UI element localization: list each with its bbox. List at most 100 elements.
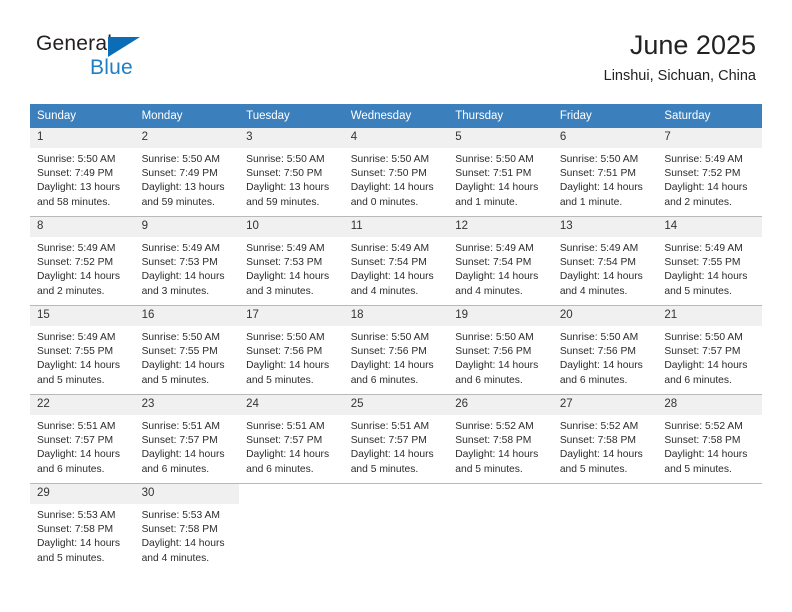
daylight-text-line1: Daylight: 14 hours <box>559 360 643 372</box>
calendar-day-cell[interactable]: 30 Sunrise: 5:53 AM Sunset: 7:58 PM Dayligh… <box>134 483 240 572</box>
calendar-day-cell[interactable]: 14 Sunrise: 5:49 AM Sunset: 7:55 PM Dayligh… <box>657 216 762 306</box>
calendar-day-cell[interactable]: 17 Sunrise: 5:50 AM Sunset: 7:56 PM Dayligh… <box>239 305 344 395</box>
weekday-header-sunday: Sunday <box>30 104 135 128</box>
day-details: Sunrise: 5:51 AM Sunset: 7:57 PM Daylight:… <box>239 415 344 477</box>
day-number: 15 <box>30 306 135 326</box>
day-details: Sunrise: 5:51 AM Sunset: 7:57 PM Daylight:… <box>344 415 449 477</box>
daylight-text-line1: Daylight: 14 hours <box>559 271 643 283</box>
day-number: 19 <box>448 306 553 326</box>
sunset-text: Sunset: 7:55 PM <box>37 346 114 358</box>
sunrise-text: Sunrise: 5:50 AM <box>455 332 534 343</box>
general-blue-logo[interactable]: General Blue <box>36 33 216 85</box>
day-details: Sunrise: 5:50 AM Sunset: 7:56 PM Daylight:… <box>448 326 553 388</box>
day-number: 2 <box>134 128 240 148</box>
day-number: 4 <box>343 128 449 148</box>
sunset-text: Sunset: 7:58 PM <box>141 524 218 536</box>
sunset-text: Sunset: 7:50 PM <box>350 168 427 180</box>
day-number: 22 <box>30 395 135 415</box>
calendar-day-cell[interactable]: 16 Sunrise: 5:50 AM Sunset: 7:55 PM Dayligh… <box>134 305 240 395</box>
sunrise-text: Sunrise: 5:49 AM <box>664 154 743 165</box>
sunset-text: Sunset: 7:58 PM <box>455 435 532 447</box>
calendar-day-cell[interactable]: 9 Sunrise: 5:49 AM Sunset: 7:53 PM Daylight… <box>134 216 240 306</box>
calendar-week-row: 15 Sunrise: 5:49 AM Sunset: 7:55 PM Dayligh… <box>30 305 762 395</box>
daylight-text-line1: Daylight: 14 hours <box>455 271 539 283</box>
calendar-day-cell[interactable]: 8 Sunrise: 5:49 AM Sunset: 7:52 PM Daylight… <box>30 216 135 306</box>
calendar-day-cell[interactable]: 2 Sunrise: 5:50 AM Sunset: 7:49 PM Daylight… <box>134 128 240 217</box>
day-details: Sunrise: 5:50 AM Sunset: 7:56 PM Daylight:… <box>344 326 449 388</box>
daylight-text-line1: Daylight: 14 hours <box>664 449 748 461</box>
daylight-text-line1: Daylight: 13 hours <box>141 182 225 194</box>
sunrise-text: Sunrise: 5:50 AM <box>246 332 325 343</box>
day-details: Sunrise: 5:52 AM Sunset: 7:58 PM Daylight:… <box>657 415 762 477</box>
sunrise-text: Sunrise: 5:49 AM <box>559 243 639 254</box>
day-details: Sunrise: 5:50 AM Sunset: 7:51 PM Daylight:… <box>448 148 553 210</box>
daylight-text-line2: and 5 minutes. <box>664 463 732 475</box>
daylight-text-line1: Daylight: 14 hours <box>37 538 120 550</box>
sunset-text: Sunset: 7:52 PM <box>664 168 741 180</box>
calendar-day-cell[interactable]: 13 Sunrise: 5:49 AM Sunset: 7:54 PM Dayligh… <box>552 216 658 306</box>
calendar-day-cell[interactable]: 18 Sunrise: 5:50 AM Sunset: 7:56 PM Dayligh… <box>343 305 449 395</box>
calendar-day-cell[interactable]: 10 Sunrise: 5:49 AM Sunset: 7:53 PM Dayligh… <box>239 216 344 306</box>
weekday-header-thursday: Thursday <box>448 104 553 128</box>
sunset-text: Sunset: 7:51 PM <box>559 168 636 180</box>
calendar-day-cell[interactable]: 29 Sunrise: 5:53 AM Sunset: 7:58 PM Dayligh… <box>30 483 135 572</box>
calendar-day-cell[interactable]: 5 Sunrise: 5:50 AM Sunset: 7:51 PM Daylight… <box>448 128 553 217</box>
calendar-day-cell[interactable]: 3 Sunrise: 5:50 AM Sunset: 7:50 PM Daylight… <box>239 128 344 217</box>
daylight-text-line2: and 4 minutes. <box>455 285 523 297</box>
calendar-day-cell[interactable]: 19 Sunrise: 5:50 AM Sunset: 7:56 PM Dayligh… <box>448 305 553 395</box>
sunrise-text: Sunrise: 5:49 AM <box>37 243 116 254</box>
daylight-text-line2: and 59 minutes. <box>141 196 215 208</box>
calendar-day-cell[interactable]: 7 Sunrise: 5:49 AM Sunset: 7:52 PM Daylight… <box>657 128 762 217</box>
weekday-header-saturday: Saturday <box>657 104 762 128</box>
calendar-day-cell[interactable]: 25 Sunrise: 5:51 AM Sunset: 7:57 PM Dayligh… <box>343 394 449 484</box>
sunset-text: Sunset: 7:56 PM <box>350 346 427 358</box>
calendar-day-cell[interactable]: 1 Sunrise: 5:50 AM Sunset: 7:49 PM Daylight… <box>30 128 135 217</box>
calendar-day-cell[interactable]: 21 Sunrise: 5:50 AM Sunset: 7:57 PM Dayligh… <box>657 305 762 395</box>
calendar-day-cell[interactable]: 24 Sunrise: 5:51 AM Sunset: 7:57 PM Dayligh… <box>239 394 344 484</box>
sunrise-text: Sunrise: 5:50 AM <box>246 154 325 165</box>
day-details: Sunrise: 5:50 AM Sunset: 7:49 PM Daylight:… <box>135 148 240 210</box>
day-number: 5 <box>448 128 553 148</box>
calendar-day-cell[interactable]: 27 Sunrise: 5:52 AM Sunset: 7:58 PM Dayligh… <box>552 394 658 484</box>
calendar-day-cell[interactable]: 12 Sunrise: 5:49 AM Sunset: 7:54 PM Dayligh… <box>448 216 553 306</box>
daylight-text-line2: and 5 minutes. <box>246 374 314 386</box>
calendar-day-cell[interactable]: 11 Sunrise: 5:49 AM Sunset: 7:54 PM Dayligh… <box>343 216 449 306</box>
calendar-day-cell[interactable]: 22 Sunrise: 5:51 AM Sunset: 7:57 PM Dayligh… <box>30 394 135 484</box>
sunset-text: Sunset: 7:49 PM <box>141 168 218 180</box>
calendar-day-cell[interactable]: 28 Sunrise: 5:52 AM Sunset: 7:58 PM Dayligh… <box>657 394 762 484</box>
sunset-text: Sunset: 7:57 PM <box>37 435 114 447</box>
calendar-day-cell[interactable]: 6 Sunrise: 5:50 AM Sunset: 7:51 PM Daylight… <box>552 128 658 217</box>
calendar-day-cell[interactable]: 20 Sunrise: 5:50 AM Sunset: 7:56 PM Dayligh… <box>552 305 658 395</box>
calendar-week-row: 1 Sunrise: 5:50 AM Sunset: 7:49 PM Daylight… <box>30 128 762 217</box>
day-details: Sunrise: 5:50 AM Sunset: 7:49 PM Daylight:… <box>30 148 135 210</box>
daylight-text-line1: Daylight: 14 hours <box>350 271 434 283</box>
sunset-text: Sunset: 7:58 PM <box>37 524 114 536</box>
daylight-text-line2: and 3 minutes. <box>246 285 314 297</box>
calendar-day-cell[interactable]: 23 Sunrise: 5:51 AM Sunset: 7:57 PM Dayligh… <box>134 394 240 484</box>
daylight-text-line1: Daylight: 14 hours <box>664 182 748 194</box>
daylight-text-line2: and 6 minutes. <box>37 463 105 475</box>
calendar-day-cell[interactable]: 15 Sunrise: 5:49 AM Sunset: 7:55 PM Dayligh… <box>30 305 135 395</box>
sunset-text: Sunset: 7:56 PM <box>455 346 532 358</box>
daylight-text-line2: and 59 minutes. <box>246 196 320 208</box>
day-number: 3 <box>239 128 344 148</box>
page-title: June 2025 <box>629 30 756 60</box>
daylight-text-line2: and 4 minutes. <box>350 285 419 297</box>
daylight-text-line2: and 6 minutes. <box>455 374 523 386</box>
calendar-day-cell[interactable]: 4 Sunrise: 5:50 AM Sunset: 7:50 PM Daylight… <box>343 128 449 217</box>
sunset-text: Sunset: 7:53 PM <box>246 257 323 269</box>
calendar-week-row: 29 Sunrise: 5:53 AM Sunset: 7:58 PM Dayligh… <box>30 483 762 572</box>
sunset-text: Sunset: 7:56 PM <box>246 346 323 358</box>
calendar-empty-cell <box>552 483 658 572</box>
day-number: 21 <box>657 306 762 326</box>
sunrise-text: Sunrise: 5:52 AM <box>664 421 743 432</box>
daylight-text-line2: and 5 minutes. <box>141 374 210 386</box>
day-number: 12 <box>448 217 553 237</box>
calendar-day-cell[interactable]: 26 Sunrise: 5:52 AM Sunset: 7:58 PM Dayligh… <box>448 394 553 484</box>
sunrise-text: Sunrise: 5:51 AM <box>350 421 430 432</box>
sunset-text: Sunset: 7:56 PM <box>559 346 636 358</box>
day-number: 20 <box>552 306 658 326</box>
weekday-header-monday: Monday <box>134 104 240 128</box>
sunset-text: Sunset: 7:55 PM <box>664 257 741 269</box>
sunset-text: Sunset: 7:51 PM <box>455 168 532 180</box>
